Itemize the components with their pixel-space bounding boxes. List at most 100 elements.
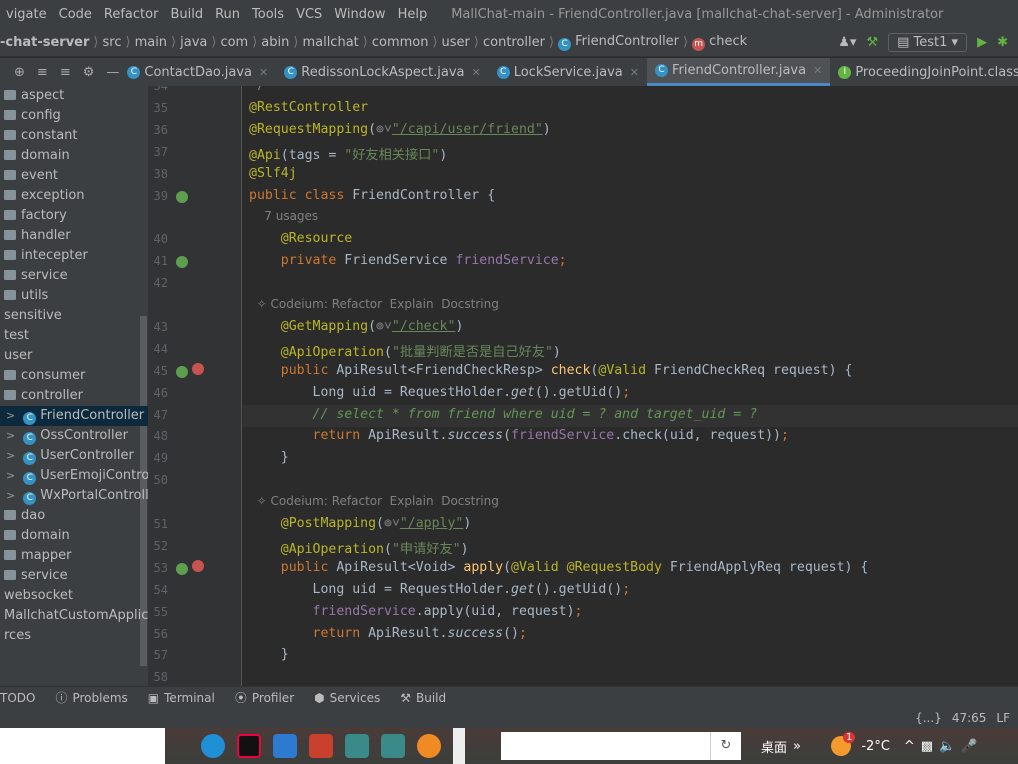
tree-item[interactable]: domain: [0, 526, 148, 546]
close-icon[interactable]: ✕: [813, 64, 822, 77]
tree-item[interactable]: > C FriendController: [0, 406, 148, 426]
breadcrumb-item[interactable]: m check: [692, 34, 747, 51]
chevron-right-icon[interactable]: >: [6, 469, 15, 482]
breadcrumb-item[interactable]: C FriendController: [558, 34, 679, 51]
tree-item[interactable]: service: [0, 266, 148, 286]
tree-item[interactable]: test: [0, 326, 148, 346]
desktop-toolbar[interactable]: 桌面: [761, 737, 787, 756]
tool-window-terminal[interactable]: ▣ Terminal: [148, 691, 215, 705]
tree-item[interactable]: > C UserController: [0, 446, 148, 466]
build-hammer-icon[interactable]: ⚒: [866, 35, 878, 50]
bean-icon[interactable]: [176, 190, 188, 203]
run-icon[interactable]: ▶: [977, 35, 987, 50]
menu-item[interactable]: vigate: [6, 7, 47, 22]
editor-tab[interactable]: C ContactDao.java ✕: [119, 58, 276, 86]
cursor-position[interactable]: 47:65: [952, 711, 987, 725]
tree-item[interactable]: > CUserEmojiController: [0, 466, 148, 486]
tray-icons[interactable]: ^▩🔈🎤: [904, 739, 984, 754]
tree-item[interactable]: aspect: [0, 86, 148, 106]
tree-item[interactable]: MallchatCustomApplication: [0, 606, 148, 626]
breadcrumb-item[interactable]: com: [220, 35, 248, 50]
line-separator[interactable]: LF: [996, 711, 1010, 725]
bean-icon[interactable]: [176, 365, 188, 378]
editor-tab[interactable]: C FriendController.java ✕: [646, 58, 831, 86]
tool-window-todo[interactable]: TODO: [0, 691, 35, 705]
tree-item[interactable]: dao: [0, 506, 148, 526]
menu-item[interactable]: Run: [215, 7, 240, 22]
breadcrumb-item[interactable]: src: [103, 35, 122, 50]
tree-item[interactable]: utils: [0, 286, 148, 306]
endpoint-icon[interactable]: [192, 559, 204, 572]
breadcrumb-item[interactable]: -chat-server: [0, 35, 89, 50]
tool-window-problems[interactable]: ⓘ Problems: [55, 689, 127, 706]
expand-all-icon[interactable]: ≡: [37, 65, 48, 80]
tree-item[interactable]: intecepter: [0, 246, 148, 266]
breadcrumb-item[interactable]: main: [135, 35, 167, 50]
close-icon[interactable]: ✕: [259, 66, 268, 79]
close-icon[interactable]: ✕: [630, 66, 639, 79]
tree-item[interactable]: event: [0, 166, 148, 186]
menu-item[interactable]: Window: [334, 7, 385, 22]
status-breadcrumbs[interactable]: {...}: [915, 711, 942, 725]
app-icon[interactable]: [273, 734, 297, 758]
tree-item[interactable]: domain: [0, 146, 148, 166]
breadcrumb-item[interactable]: mallchat: [302, 35, 358, 50]
bean-icon[interactable]: [176, 562, 188, 575]
breadcrumb-item[interactable]: abin: [261, 35, 289, 50]
tree-item[interactable]: user: [0, 346, 148, 366]
app-icon[interactable]: [345, 734, 369, 758]
tree-item[interactable]: config: [0, 106, 148, 126]
hide-icon[interactable]: —: [106, 65, 119, 80]
endpoint-icon[interactable]: [192, 362, 204, 375]
chevron-right-icon[interactable]: >: [6, 429, 15, 442]
taskbar-scroll[interactable]: [453, 728, 465, 764]
chevron-right-icon[interactable]: >: [6, 409, 15, 422]
tree-item[interactable]: factory: [0, 206, 148, 226]
intellij-icon[interactable]: [237, 734, 261, 758]
tree-item[interactable]: controller: [0, 386, 148, 406]
chevron-right-icon[interactable]: >: [6, 489, 15, 502]
address-input[interactable]: [501, 732, 711, 760]
locate-icon[interactable]: ⊕: [14, 65, 25, 80]
close-icon[interactable]: ✕: [471, 66, 480, 79]
tree-item[interactable]: websocket: [0, 586, 148, 606]
tree-item[interactable]: sensitive: [0, 306, 148, 326]
breadcrumb-item[interactable]: user: [442, 35, 470, 50]
tree-item[interactable]: > C OssController: [0, 426, 148, 446]
breadcrumb-item[interactable]: java: [180, 35, 207, 50]
bean-icon[interactable]: [176, 256, 188, 269]
tree-item[interactable]: mapper: [0, 546, 148, 566]
collapse-all-icon[interactable]: ≡: [60, 65, 71, 80]
chevron-right-icon[interactable]: >: [6, 449, 15, 462]
app-icon[interactable]: [417, 734, 441, 758]
tree-item[interactable]: exception: [0, 186, 148, 206]
menu-item[interactable]: VCS: [296, 7, 322, 22]
tree-item[interactable]: handler: [0, 226, 148, 246]
taskbar-search-box[interactable]: [0, 728, 165, 764]
debug-icon[interactable]: ✱: [997, 35, 1008, 50]
tool-window-services[interactable]: ⬢ Services: [314, 691, 380, 705]
tree-item[interactable]: > CWxPortalController: [0, 486, 148, 506]
menu-item[interactable]: Tools: [252, 7, 284, 22]
tool-window-build[interactable]: ⚒ Build: [400, 691, 446, 705]
menu-item[interactable]: Refactor: [104, 7, 159, 22]
editor-tab[interactable]: C RedissonLockAspect.java ✕: [276, 58, 488, 86]
menu-item[interactable]: Build: [170, 7, 203, 22]
chevron-icon[interactable]: »: [793, 739, 801, 754]
tree-item[interactable]: rces: [0, 626, 148, 646]
app-icon[interactable]: [309, 734, 333, 758]
breadcrumb-item[interactable]: common: [372, 35, 429, 50]
breadcrumb-item[interactable]: controller: [483, 35, 545, 50]
tree-item[interactable]: constant: [0, 126, 148, 146]
editor-tab[interactable]: IProceedingJoinPoint.class✕: [830, 58, 1018, 86]
tool-window-profiler[interactable]: ⦿ Profiler: [235, 689, 294, 706]
menu-item[interactable]: Code: [59, 7, 92, 22]
tree-item[interactable]: consumer: [0, 366, 148, 386]
editor-tab[interactable]: C LockService.java ✕: [489, 58, 647, 86]
tree-item[interactable]: service: [0, 566, 148, 586]
run-config-select[interactable]: ▤ Test1 ▾: [888, 33, 968, 52]
code-editor[interactable]: 34 35 36 37 38 39 40 41 42 43 44 45 46 47 48 49 50 51 52 53…: [148, 86, 1018, 686]
menu-item[interactable]: Help: [398, 7, 428, 22]
edge-icon[interactable]: [201, 734, 225, 758]
app-icon[interactable]: [381, 734, 405, 758]
